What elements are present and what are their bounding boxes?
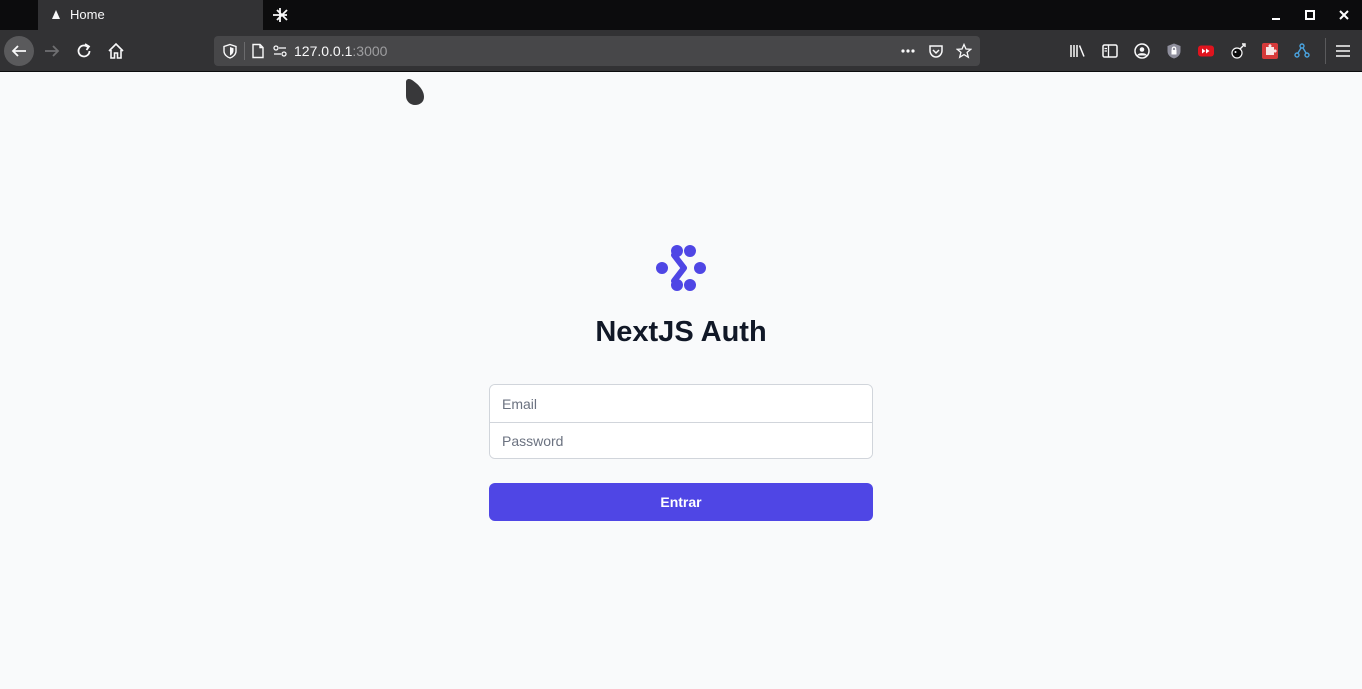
tab-strip: Home xyxy=(0,0,1362,30)
hamburger-menu-icon[interactable] xyxy=(1334,42,1352,60)
more-dots-icon[interactable] xyxy=(900,43,916,59)
submit-button[interactable]: Entrar xyxy=(489,483,873,521)
toolbar-separator xyxy=(1325,38,1326,64)
email-field[interactable] xyxy=(490,385,872,422)
star-icon[interactable] xyxy=(956,43,972,59)
extension-puzzle-icon[interactable] xyxy=(1261,42,1279,60)
library-icon[interactable] xyxy=(1069,42,1087,60)
reload-icon[interactable] xyxy=(75,42,93,60)
url-bar[interactable]: 127.0.0.1:3000 xyxy=(214,36,980,66)
minimize-icon[interactable] xyxy=(1268,7,1284,23)
extension-shield-icon[interactable] xyxy=(1165,42,1183,60)
extension-network-icon[interactable] xyxy=(1293,42,1311,60)
maximize-icon[interactable] xyxy=(1302,7,1318,23)
permissions-icon[interactable] xyxy=(272,43,288,59)
back-arrow-icon xyxy=(11,45,26,57)
extension-red-icon[interactable] xyxy=(1197,42,1215,60)
home-icon[interactable] xyxy=(107,42,125,60)
tab-favicon-icon xyxy=(52,10,60,19)
plus-icon[interactable] xyxy=(270,5,290,25)
url-host: 127.0.0.1 xyxy=(294,43,353,59)
extension-black-icon[interactable] xyxy=(1229,42,1247,60)
navigation-toolbar: 127.0.0.1:3000 xyxy=(0,30,1362,72)
url-separator xyxy=(244,42,245,60)
shield-icon[interactable] xyxy=(222,43,238,59)
page-title: NextJS Auth xyxy=(595,316,767,348)
tab-home[interactable]: Home xyxy=(38,0,288,30)
forward-arrow-icon[interactable] xyxy=(43,42,61,60)
url-port: :3000 xyxy=(352,43,388,59)
url-text[interactable]: 127.0.0.1:3000 xyxy=(294,43,387,59)
credentials-field-group xyxy=(489,384,873,459)
window-close-icon[interactable] xyxy=(1336,7,1352,23)
sidebar-icon[interactable] xyxy=(1101,42,1119,60)
page-icon[interactable] xyxy=(250,43,266,59)
pocket-icon[interactable] xyxy=(928,43,944,59)
password-field[interactable] xyxy=(490,422,872,458)
nextjs-auth-logo xyxy=(656,245,706,291)
account-icon[interactable] xyxy=(1133,42,1151,60)
mouse-cursor-icon xyxy=(406,78,424,105)
tab-title: Home xyxy=(70,7,105,22)
back-button[interactable] xyxy=(4,36,34,66)
